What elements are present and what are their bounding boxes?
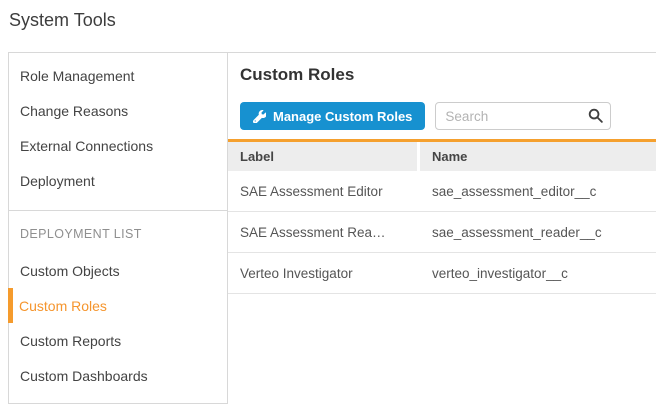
sidebar: Role Management Change Reasons External …: [8, 53, 228, 404]
manage-button-label: Manage Custom Roles: [273, 109, 412, 124]
sidebar-item-deployment[interactable]: Deployment: [9, 163, 227, 198]
row-name-cell[interactable]: sae_assessment_editor__c: [420, 171, 656, 211]
page-title: System Tools: [9, 10, 656, 31]
column-header-name[interactable]: Name: [420, 142, 656, 171]
row-label-cell[interactable]: SAE Assessment Rea…: [228, 212, 420, 252]
table-header: Label Name: [228, 142, 656, 171]
layout: Role Management Change Reasons External …: [8, 52, 656, 404]
search-input[interactable]: [435, 102, 611, 130]
table-row[interactable]: SAE Assessment Rea… sae_assessment_reade…: [228, 212, 656, 253]
sidebar-item-custom-reports[interactable]: Custom Reports: [9, 323, 227, 358]
sidebar-item-custom-objects[interactable]: Custom Objects: [9, 253, 227, 288]
row-label-cell[interactable]: SAE Assessment Editor: [228, 171, 420, 211]
sidebar-item-custom-roles[interactable]: Custom Roles: [8, 288, 227, 323]
column-header-label[interactable]: Label: [228, 142, 420, 171]
toolbar: Manage Custom Roles: [240, 102, 656, 130]
table-row[interactable]: Verteo Investigator verteo_investigator_…: [228, 253, 656, 294]
main-content: Custom Roles Manage Custom Roles Label N…: [228, 53, 656, 404]
section-heading: Custom Roles: [240, 65, 656, 85]
table-row[interactable]: SAE Assessment Editor sae_assessment_edi…: [228, 171, 656, 212]
sidebar-item-external-connections[interactable]: External Connections: [9, 128, 227, 163]
wrench-icon: [253, 110, 266, 123]
sidebar-item-custom-dashboards[interactable]: Custom Dashboards: [9, 358, 227, 393]
row-name-cell[interactable]: verteo_investigator__c: [420, 253, 656, 293]
magnifier-icon[interactable]: [587, 107, 604, 129]
search-box: [435, 102, 611, 130]
row-label-cell[interactable]: Verteo Investigator: [228, 253, 420, 293]
sidebar-item-role-management[interactable]: Role Management: [9, 58, 227, 93]
sidebar-item-change-reasons[interactable]: Change Reasons: [9, 93, 227, 128]
sidebar-section-label: DEPLOYMENT LIST: [9, 211, 227, 253]
manage-custom-roles-button[interactable]: Manage Custom Roles: [240, 102, 425, 130]
row-name-cell[interactable]: sae_assessment_reader__c: [420, 212, 656, 252]
